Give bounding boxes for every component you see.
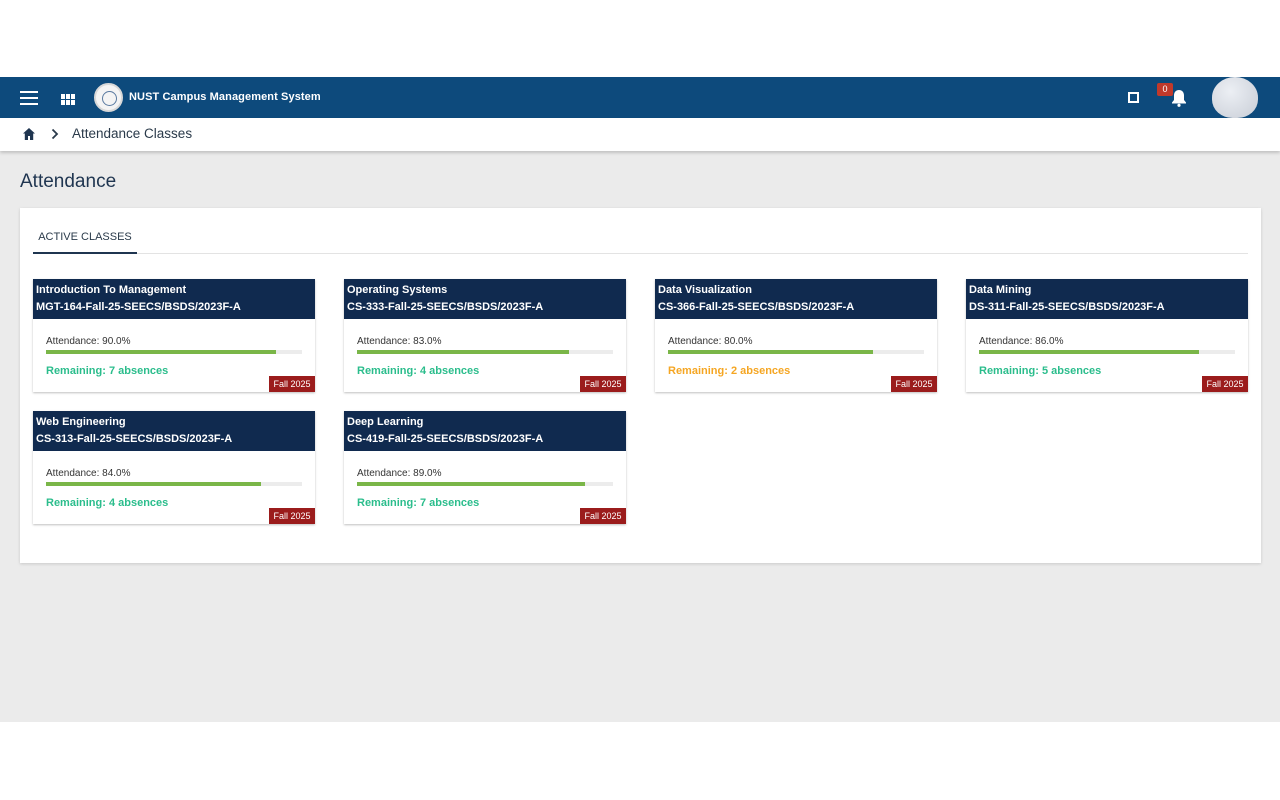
- top-navbar: NUST Campus Management System 0: [0, 77, 1280, 118]
- page-title: Attendance: [20, 171, 117, 192]
- card-header: Introduction To Management MGT-164-Fall-…: [33, 279, 315, 319]
- attendance-progress: [357, 482, 613, 486]
- class-card[interactable]: Operating Systems CS-333-Fall-25-SEECS/B…: [344, 279, 626, 392]
- attendance-label: Attendance: 86.0%: [979, 336, 1064, 347]
- remaining-absences: Remaining: 4 absences: [46, 497, 169, 509]
- home-icon[interactable]: [22, 127, 36, 141]
- attendance-progress-fill: [46, 350, 277, 354]
- attendance-progress: [668, 350, 924, 354]
- remaining-absences: Remaining: 7 absences: [46, 365, 169, 377]
- attendance-label: Attendance: 90.0%: [46, 336, 131, 347]
- attendance-progress: [46, 482, 302, 486]
- attendance-progress-fill: [357, 482, 585, 486]
- term-badge: Fall 2025: [1202, 376, 1248, 392]
- breadcrumb-current: Attendance Classes: [72, 126, 193, 141]
- remaining-absences: Remaining: 2 absences: [668, 365, 791, 377]
- attendance-progress-fill: [357, 350, 570, 354]
- notification-badge: 0: [1157, 83, 1173, 96]
- card-header: Deep Learning CS-419-Fall-25-SEECS/BSDS/…: [344, 411, 626, 451]
- card-header: Data Visualization CS-366-Fall-25-SEECS/…: [655, 279, 937, 319]
- class-card[interactable]: Deep Learning CS-419-Fall-25-SEECS/BSDS/…: [344, 411, 626, 524]
- class-card[interactable]: Data Mining DS-311-Fall-25-SEECS/BSDS/20…: [966, 279, 1248, 392]
- term-badge: Fall 2025: [269, 508, 315, 524]
- class-title: Introduction To Management: [36, 284, 187, 296]
- class-title: Web Engineering: [36, 416, 126, 428]
- class-card[interactable]: Web Engineering CS-313-Fall-25-SEECS/BSD…: [33, 411, 315, 524]
- term-badge: Fall 2025: [891, 376, 937, 392]
- tab-active-classes[interactable]: ACTIVE CLASSES: [33, 223, 137, 254]
- class-code: CS-366-Fall-25-SEECS/BSDS/2023F-A: [658, 301, 855, 313]
- apps-grid-icon[interactable]: [61, 94, 75, 105]
- attendance-progress-fill: [668, 350, 873, 354]
- card-header: Web Engineering CS-313-Fall-25-SEECS/BSD…: [33, 411, 315, 451]
- class-code: MGT-164-Fall-25-SEECS/BSDS/2023F-A: [36, 301, 241, 313]
- term-badge: Fall 2025: [269, 376, 315, 392]
- fullscreen-icon[interactable]: [1128, 92, 1139, 103]
- attendance-progress-fill: [979, 350, 1200, 354]
- attendance-progress: [46, 350, 302, 354]
- app-shell: NUST Campus Management System 0 Attendan…: [0, 77, 1280, 722]
- remaining-absences: Remaining: 7 absences: [357, 497, 480, 509]
- menu-icon[interactable]: [20, 91, 38, 105]
- app-title[interactable]: NUST Campus Management System: [129, 91, 321, 103]
- attendance-progress: [979, 350, 1235, 354]
- class-title: Data Visualization: [658, 284, 752, 296]
- card-header: Data Mining DS-311-Fall-25-SEECS/BSDS/20…: [966, 279, 1248, 319]
- attendance-label: Attendance: 84.0%: [46, 468, 131, 479]
- class-title: Deep Learning: [347, 416, 424, 428]
- attendance-label: Attendance: 80.0%: [668, 336, 753, 347]
- class-code: CS-333-Fall-25-SEECS/BSDS/2023F-A: [347, 301, 544, 313]
- class-title: Data Mining: [969, 284, 1032, 296]
- attendance-panel: ACTIVE CLASSES Introduction To Managemen…: [20, 208, 1261, 563]
- class-title: Operating Systems: [347, 284, 448, 296]
- logo[interactable]: [94, 83, 123, 112]
- class-code: CS-313-Fall-25-SEECS/BSDS/2023F-A: [36, 433, 233, 445]
- class-code: CS-419-Fall-25-SEECS/BSDS/2023F-A: [347, 433, 544, 445]
- class-card[interactable]: Data Visualization CS-366-Fall-25-SEECS/…: [655, 279, 937, 392]
- chevron-right-icon: [50, 127, 60, 141]
- bell-icon[interactable]: [1171, 89, 1187, 107]
- class-code: DS-311-Fall-25-SEECS/BSDS/2023F-A: [969, 301, 1165, 313]
- term-badge: Fall 2025: [580, 376, 626, 392]
- attendance-label: Attendance: 83.0%: [357, 336, 442, 347]
- attendance-progress-fill: [46, 482, 262, 486]
- remaining-absences: Remaining: 4 absences: [357, 365, 480, 377]
- tab-bar: ACTIVE CLASSES: [33, 223, 1248, 254]
- avatar[interactable]: [1212, 77, 1258, 118]
- card-header: Operating Systems CS-333-Fall-25-SEECS/B…: [344, 279, 626, 319]
- class-card[interactable]: Introduction To Management MGT-164-Fall-…: [33, 279, 315, 392]
- breadcrumb: Attendance Classes: [0, 118, 1280, 151]
- attendance-progress: [357, 350, 613, 354]
- term-badge: Fall 2025: [580, 508, 626, 524]
- remaining-absences: Remaining: 5 absences: [979, 365, 1102, 377]
- attendance-label: Attendance: 89.0%: [357, 468, 442, 479]
